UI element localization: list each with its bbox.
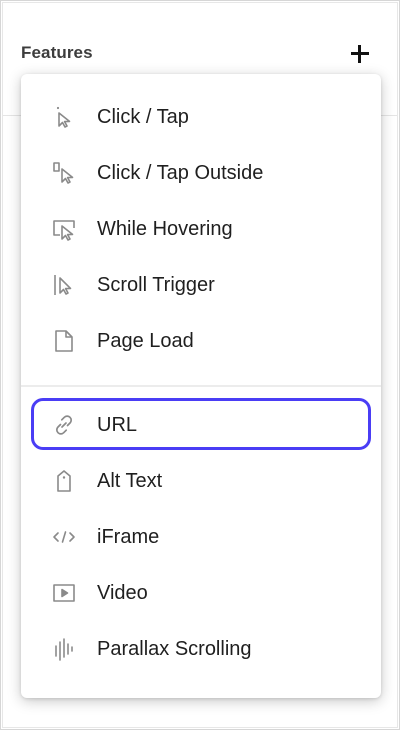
menu-item-label: Video — [97, 582, 148, 604]
menu-item-iframe[interactable]: iFrame — [31, 510, 371, 562]
menu-item-label: Parallax Scrolling — [97, 638, 252, 660]
add-feature-dropdown-menu: Click / Tap Click / Tap Outside While Ho… — [21, 74, 381, 698]
menu-item-page-load[interactable]: Page Load — [31, 314, 371, 366]
menu-item-label: Alt Text — [97, 470, 163, 492]
parallax-icon — [51, 636, 77, 662]
menu-item-label: iFrame — [97, 526, 160, 548]
menu-item-label: Click / Tap Outside — [97, 162, 264, 184]
menu-item-scroll-trigger[interactable]: Scroll Trigger — [31, 258, 371, 310]
menu-item-alt-text[interactable]: Alt Text — [31, 454, 371, 506]
click-outside-icon — [51, 160, 77, 186]
add-feature-button[interactable] — [347, 41, 373, 67]
hover-icon — [51, 216, 77, 242]
features-panel: Features Click / Tap Click / Tap Outside — [0, 0, 400, 730]
menu-item-video[interactable]: Video — [31, 566, 371, 618]
menu-divider — [21, 385, 381, 387]
code-icon — [51, 524, 77, 550]
menu-item-while-hovering[interactable]: While Hovering — [31, 202, 371, 254]
panel-title: Features — [21, 43, 93, 62]
menu-item-label: Click / Tap — [97, 106, 189, 128]
menu-item-url[interactable]: URL — [31, 398, 371, 450]
scroll-trigger-icon — [51, 272, 77, 298]
menu-item-click-tap-outside[interactable]: Click / Tap Outside — [31, 146, 371, 198]
menu-item-label: URL — [97, 414, 138, 436]
link-icon — [51, 412, 77, 438]
menu-item-label: Page Load — [97, 330, 194, 352]
menu-item-click-tap[interactable]: Click / Tap — [31, 90, 371, 142]
alt-text-tag-icon — [51, 468, 77, 494]
click-cursor-icon — [51, 104, 77, 130]
page-icon — [51, 328, 77, 354]
menu-item-label: Scroll Trigger — [97, 274, 215, 296]
video-play-icon — [51, 580, 77, 606]
menu-item-parallax-scrolling[interactable]: Parallax Scrolling — [31, 622, 371, 674]
menu-item-label: While Hovering — [97, 218, 233, 240]
